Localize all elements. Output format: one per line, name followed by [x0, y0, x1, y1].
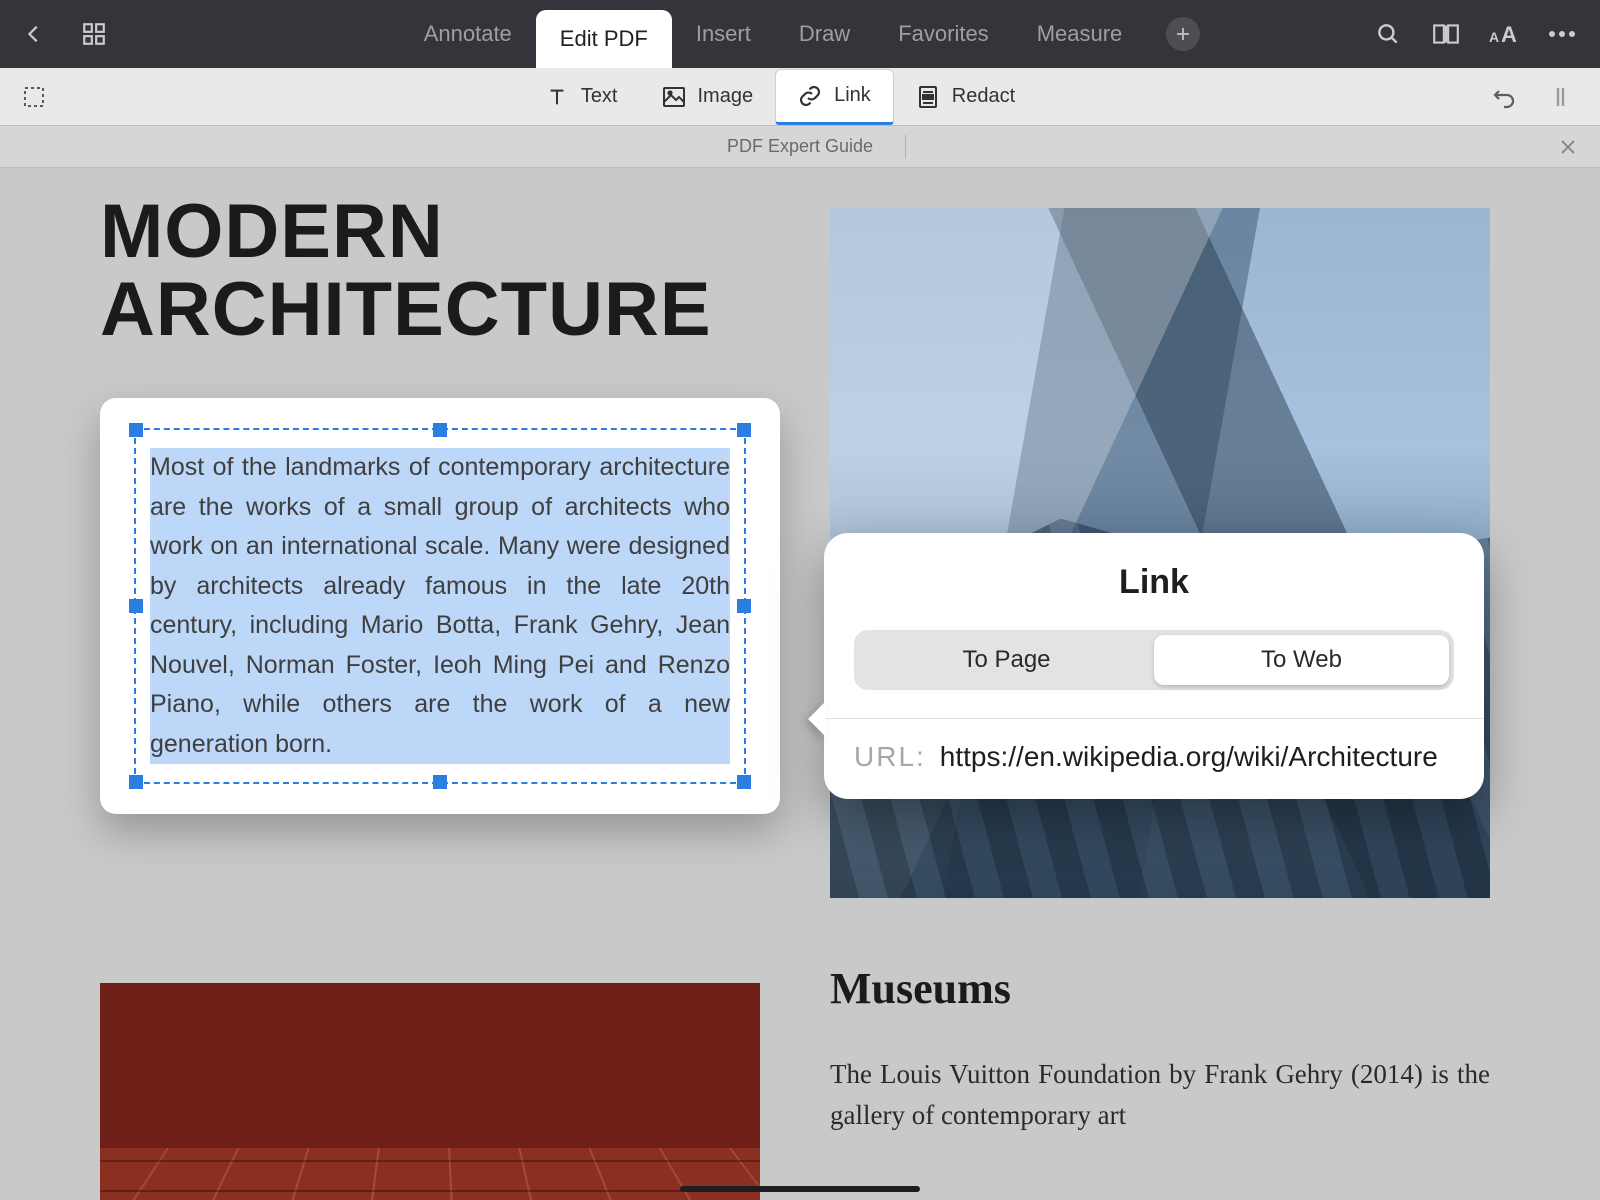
section-heading[interactable]: Museums: [830, 963, 1490, 1014]
link-tool-icon: [798, 84, 822, 108]
resize-handle-tm[interactable]: [433, 423, 447, 437]
resize-handle-mr[interactable]: [737, 599, 751, 613]
resize-handle-bl[interactable]: [129, 775, 143, 789]
resize-handle-ml[interactable]: [129, 599, 143, 613]
thumbnails-button[interactable]: [78, 18, 110, 50]
back-button[interactable]: [18, 18, 50, 50]
body-paragraph[interactable]: The Louis Vuitton Foundation by Frank Ge…: [830, 1054, 1490, 1135]
popover-title: Link: [854, 563, 1454, 602]
tab-insert[interactable]: Insert: [672, 0, 775, 68]
close-document-button[interactable]: [1558, 137, 1578, 157]
tool-label: Redact: [952, 85, 1015, 108]
redo-button[interactable]: [1544, 81, 1576, 113]
edit-subtoolbar: Text Image Link Redact: [0, 68, 1600, 126]
resize-handle-tl[interactable]: [129, 423, 143, 437]
tab-annotate[interactable]: Annotate: [400, 0, 536, 68]
text-tool-icon: [545, 85, 569, 109]
page-heading[interactable]: MODERN ARCHITECTURE: [100, 193, 780, 348]
tool-label: Link: [834, 84, 871, 107]
text-size-button[interactable]: AA: [1488, 18, 1520, 50]
document-canvas[interactable]: MODERN ARCHITECTURE Most of the landmark…: [0, 168, 1600, 1200]
link-type-segment: To Page To Web: [854, 630, 1454, 690]
top-toolbar: Annotate Edit PDF Insert Draw Favorites …: [0, 0, 1600, 68]
popover-arrow: [808, 701, 826, 737]
url-input[interactable]: https://en.wikipedia.org/wiki/Architectu…: [940, 741, 1438, 773]
tool-redact[interactable]: Redact: [894, 68, 1037, 126]
tab-draw[interactable]: Draw: [775, 0, 874, 68]
more-button[interactable]: [1546, 18, 1578, 50]
undo-button[interactable]: [1488, 81, 1520, 113]
selected-text-block[interactable]: Most of the landmarks of contemporary ar…: [100, 398, 780, 814]
resize-handle-tr[interactable]: [737, 423, 751, 437]
svg-text:A: A: [1501, 22, 1517, 46]
tool-image[interactable]: Image: [640, 68, 776, 126]
tool-text[interactable]: Text: [523, 68, 640, 126]
resize-handle-bm[interactable]: [433, 775, 447, 789]
segment-to-web[interactable]: To Web: [1154, 635, 1449, 685]
document-title[interactable]: PDF Expert Guide: [727, 136, 873, 157]
segment-to-page[interactable]: To Page: [859, 635, 1154, 685]
svg-text:A: A: [1489, 29, 1499, 45]
tool-link[interactable]: Link: [775, 69, 894, 125]
reading-mode-button[interactable]: [1430, 18, 1462, 50]
redact-tool-icon: [916, 85, 940, 109]
url-label: URL:: [854, 741, 926, 773]
popover-divider: [824, 718, 1484, 719]
roof-image[interactable]: [100, 983, 760, 1200]
link-popover: Link To Page To Web URL: https://en.wiki…: [824, 533, 1484, 799]
tool-label: Image: [698, 85, 754, 108]
selection-marquee-button[interactable]: [18, 81, 50, 113]
home-indicator[interactable]: [680, 1186, 920, 1192]
tab-measure[interactable]: Measure: [1013, 0, 1147, 68]
add-mode-button[interactable]: [1166, 17, 1200, 51]
selected-paragraph[interactable]: Most of the landmarks of contemporary ar…: [150, 448, 730, 764]
right-column: Museums The Louis Vuitton Foundation by …: [830, 963, 1490, 1135]
image-tool-icon: [662, 85, 686, 109]
resize-handle-br[interactable]: [737, 775, 751, 789]
tool-label: Text: [581, 85, 618, 108]
tab-edit-pdf[interactable]: Edit PDF: [536, 10, 672, 68]
tab-favorites[interactable]: Favorites: [874, 0, 1012, 68]
tab-divider: [905, 135, 906, 159]
mode-tabs: Annotate Edit PDF Insert Draw Favorites …: [320, 0, 1280, 68]
search-button[interactable]: [1372, 18, 1404, 50]
document-tab-bar: PDF Expert Guide: [0, 126, 1600, 168]
